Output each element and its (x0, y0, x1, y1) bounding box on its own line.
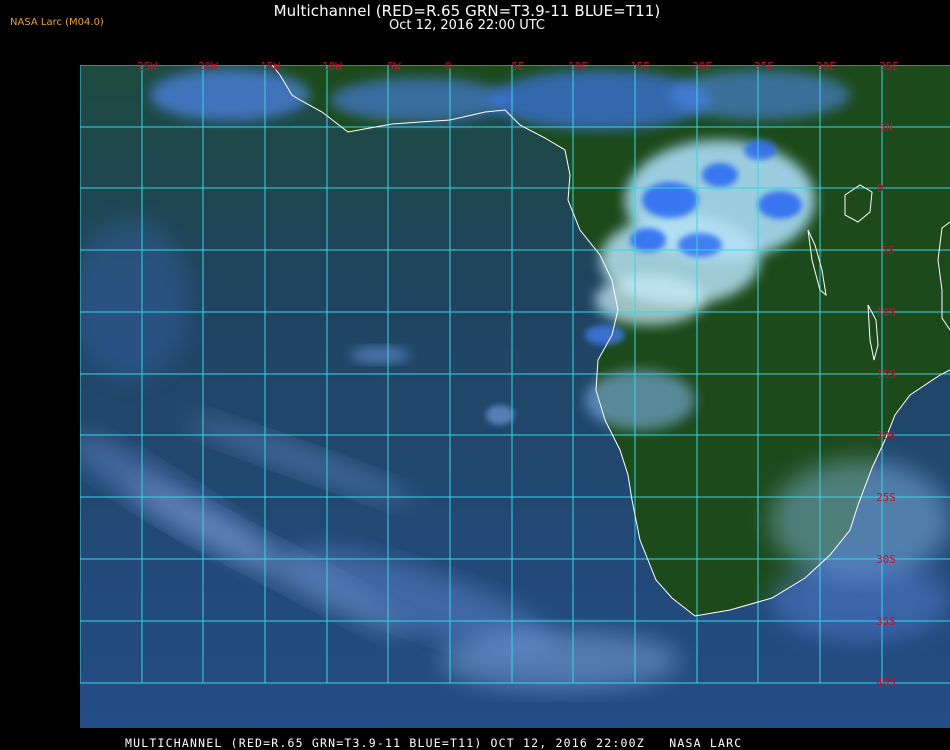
lon-label: 10E (568, 60, 588, 73)
footer-caption: MULTICHANNEL (RED=R.65 GRN=T3.9-11 BLUE=… (125, 736, 743, 750)
lon-label: 30E (816, 60, 836, 73)
lon-label: 15W (260, 60, 280, 73)
lon-label: 15E (630, 60, 650, 73)
lat-label: 30S (876, 553, 896, 566)
lon-label: 25W (137, 60, 157, 73)
lon-label: 25E (754, 60, 774, 73)
satellite-map: 25W 20W 15W 10W 5W 0 5E 10E 15E 20E 25E … (80, 60, 950, 728)
lat-label: 35S (876, 615, 896, 628)
lon-label: 20E (692, 60, 712, 73)
lat-label: 20S (876, 429, 896, 442)
lat-label: 0 (877, 182, 884, 195)
lon-label: 20W (198, 60, 218, 73)
lat-label: 15S (876, 368, 896, 381)
lon-label: 5E (511, 60, 524, 73)
lon-label: 5W (387, 60, 401, 73)
madagascar (942, 222, 950, 330)
lon-label: 10W (322, 60, 342, 73)
lat-label: 5N (879, 121, 892, 134)
lat-label: 25S (876, 491, 896, 504)
lat-label: 5S (881, 244, 894, 257)
lat-label: 10S (876, 306, 896, 319)
lat-label: 40S (876, 676, 896, 689)
lon-label: 35E (879, 60, 899, 73)
lon-label: 0 (445, 60, 452, 73)
